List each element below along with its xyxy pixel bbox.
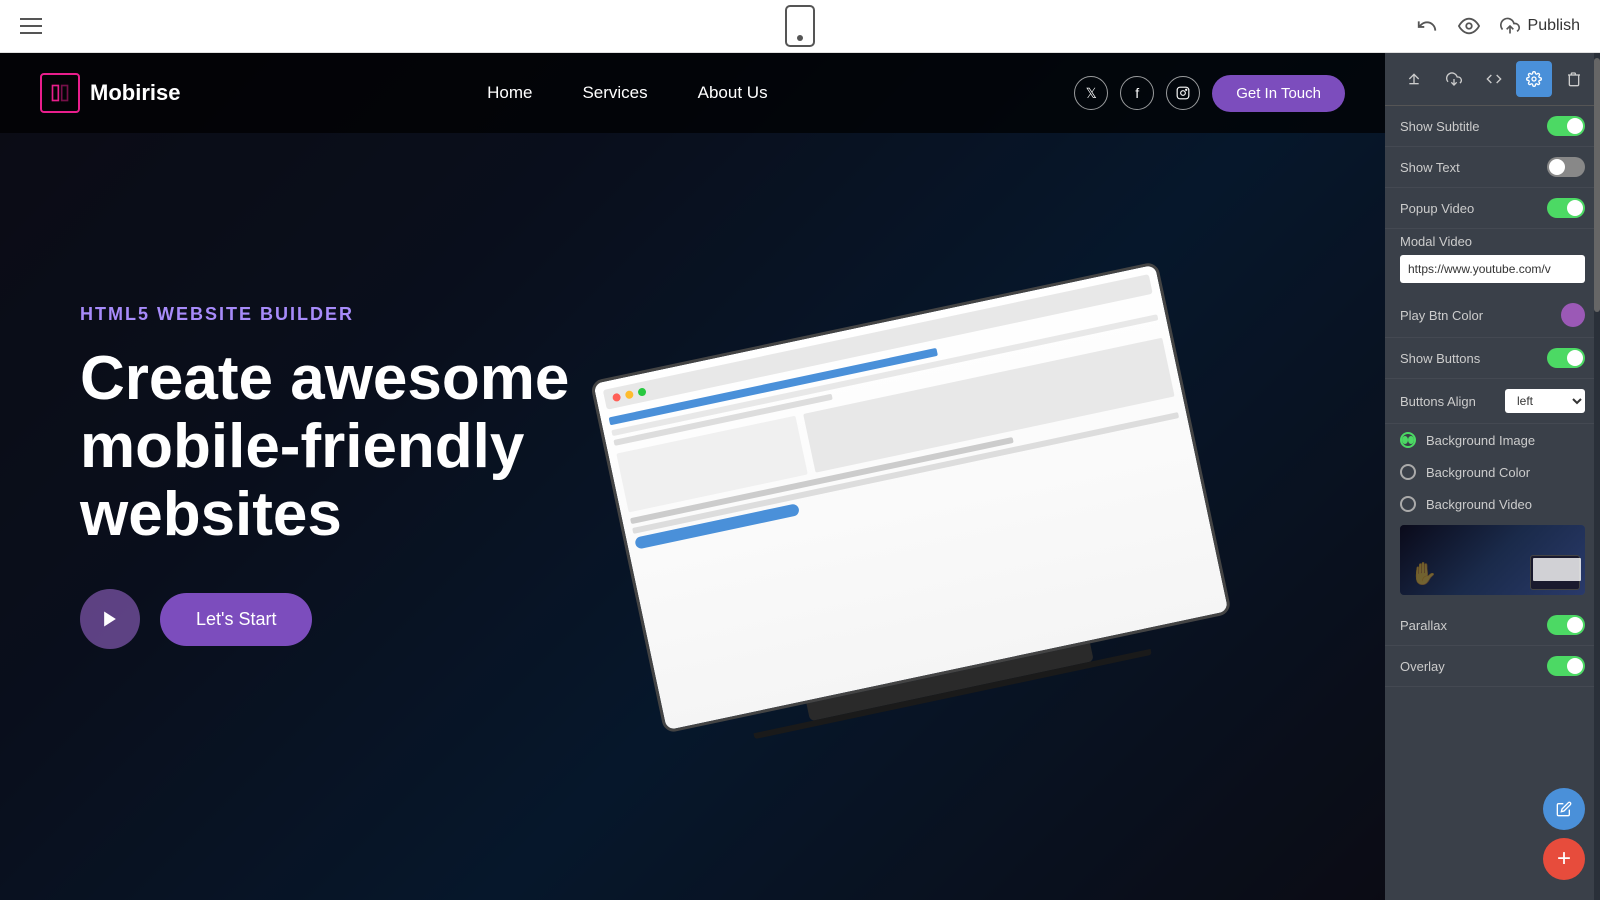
bg-color-radio[interactable] [1400,464,1416,480]
overlay-row: Overlay [1385,646,1600,687]
fab-add-button[interactable]: + [1543,838,1585,880]
logo-text: Mobirise [90,80,180,106]
panel-settings-button[interactable] [1516,61,1552,97]
hero-title-line1: Create awesome [80,344,569,413]
hero-content: HTML5 WEBSITE BUILDER Create awesome mob… [80,304,680,650]
buttons-align-select[interactable]: left center right [1505,389,1585,413]
right-panel: Show Subtitle Show Text Popup Video Moda… [1385,53,1600,900]
fab-add-icon: + [1557,845,1571,873]
toolbar-left [20,18,42,34]
preview-button[interactable] [1458,15,1480,37]
nav-social: 𝕏 f [1074,76,1200,110]
undo-button[interactable] [1416,15,1438,37]
hero-subtitle: HTML5 WEBSITE BUILDER [80,304,680,325]
logo-icon [40,73,80,113]
scroll-indicator [1594,53,1600,900]
hero-section: HTML5 WEBSITE BUILDER Create awesome mob… [0,53,1385,900]
bg-image-thumbnail[interactable]: ✋ [1400,525,1585,595]
thumbnail-laptop [1530,555,1580,590]
play-btn-color-row: Play Btn Color [1385,293,1600,338]
fab-edit-button[interactable] [1543,788,1585,830]
scroll-thumb [1594,58,1600,312]
modal-video-input[interactable] [1400,255,1585,283]
panel-toolbar [1385,53,1600,106]
nav-link-home[interactable]: Home [487,83,532,103]
show-text-toggle[interactable] [1547,157,1585,177]
modal-video-section: Modal Video [1385,229,1600,293]
panel-arrange-button[interactable] [1396,61,1432,97]
buttons-align-label: Buttons Align [1400,394,1476,409]
thumbnail-screen [1533,558,1581,581]
main-area: HTML5 WEBSITE BUILDER Create awesome mob… [0,53,1600,900]
thumbnail-hand: ✋ [1410,561,1437,587]
panel-delete-button[interactable] [1556,61,1592,97]
parallax-row: Parallax [1385,605,1600,646]
play-btn-color-label: Play Btn Color [1400,308,1483,323]
show-buttons-row: Show Buttons [1385,338,1600,379]
menu-icon[interactable] [20,18,42,34]
show-text-label: Show Text [1400,160,1460,175]
parallax-toggle[interactable] [1547,615,1585,635]
bg-image-row: Background Image [1385,424,1600,456]
bg-image-radio[interactable] [1400,432,1416,448]
toolbar-center [785,5,815,47]
modal-video-label: Modal Video [1400,234,1585,249]
popup-video-row: Popup Video [1385,188,1600,229]
nav-right: 𝕏 f Get In Touch [1074,75,1345,112]
bg-image-label: Background Image [1426,433,1535,448]
bg-color-row: Background Color [1385,456,1600,488]
overlay-toggle[interactable] [1547,656,1585,676]
publish-button[interactable]: Publish [1500,16,1580,36]
hero-buttons: Let's Start [80,589,680,649]
show-subtitle-row: Show Subtitle [1385,106,1600,147]
nav-cta-button[interactable]: Get In Touch [1212,75,1345,112]
scroll-spacer [1385,687,1600,747]
play-button[interactable] [80,589,140,649]
bg-video-label: Background Video [1426,497,1532,512]
website-preview: HTML5 WEBSITE BUILDER Create awesome mob… [0,53,1385,900]
popup-video-toggle[interactable] [1547,198,1585,218]
hero-title: Create awesome mobile-friendly websites [80,345,680,550]
show-subtitle-label: Show Subtitle [1400,119,1480,134]
buttons-align-row: Buttons Align left center right [1385,379,1600,424]
nav-links: Home Services About Us [487,83,767,103]
instagram-icon[interactable] [1166,76,1200,110]
show-subtitle-toggle[interactable] [1547,116,1585,136]
preview-navbar: Mobirise Home Services About Us 𝕏 f [0,53,1385,133]
nav-link-about[interactable]: About Us [698,83,768,103]
show-buttons-toggle[interactable] [1547,348,1585,368]
show-text-row: Show Text [1385,147,1600,188]
show-buttons-label: Show Buttons [1400,351,1480,366]
publish-label: Publish [1528,17,1580,35]
mobile-device-icon[interactable] [785,5,815,47]
panel-code-button[interactable] [1476,61,1512,97]
hero-title-line2: mobile-friendly websites [80,412,524,549]
twitter-icon[interactable]: 𝕏 [1074,76,1108,110]
overlay-label: Overlay [1400,659,1445,674]
bg-color-label: Background Color [1426,465,1530,480]
panel-download-button[interactable] [1436,61,1472,97]
top-toolbar: Publish [0,0,1600,53]
nav-link-services[interactable]: Services [582,83,647,103]
bg-video-row: Background Video [1385,488,1600,520]
facebook-icon[interactable]: f [1120,76,1154,110]
start-button[interactable]: Let's Start [160,593,312,646]
play-btn-color-swatch[interactable] [1561,303,1585,327]
popup-video-label: Popup Video [1400,201,1474,216]
bg-video-radio[interactable] [1400,496,1416,512]
parallax-label: Parallax [1400,618,1447,633]
panel-settings: Show Subtitle Show Text Popup Video Moda… [1385,106,1600,900]
nav-logo: Mobirise [40,73,180,113]
toolbar-right: Publish [1416,15,1580,37]
